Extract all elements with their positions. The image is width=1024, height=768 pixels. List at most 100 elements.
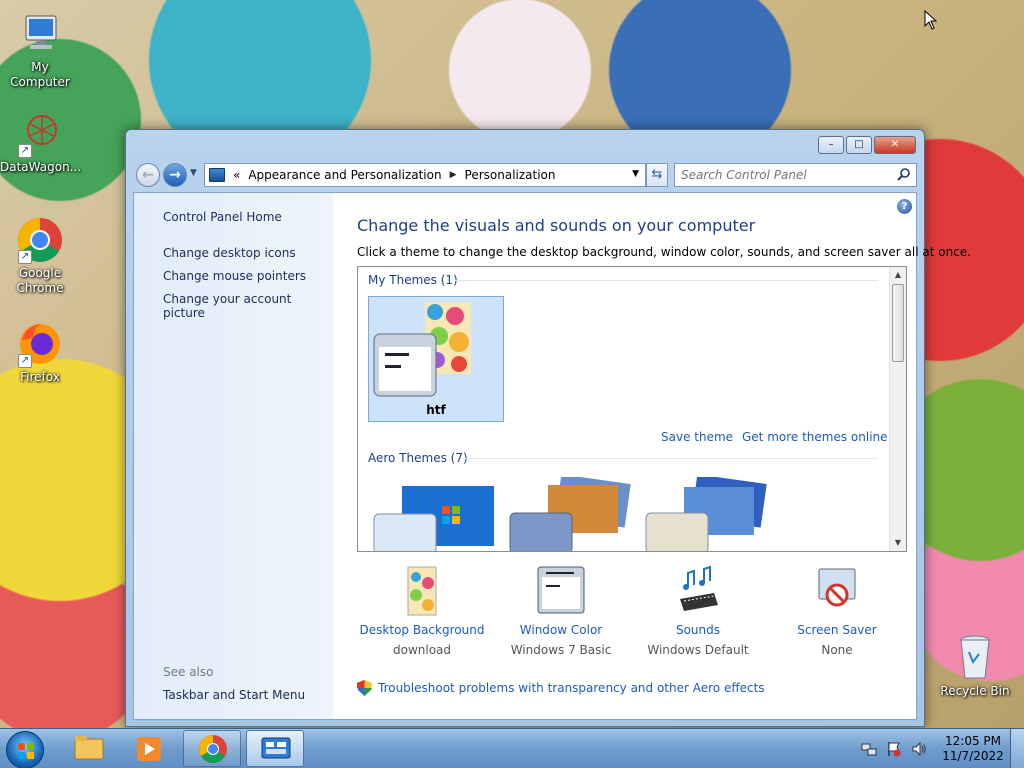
mouse-cursor-icon: [924, 10, 938, 30]
volume-icon[interactable]: [911, 741, 927, 757]
group-divider: [462, 458, 878, 459]
window-controls: – □ ✕: [818, 136, 916, 154]
personalization-window: – □ ✕ ← → ▼ « Appearance and Personaliza…: [125, 129, 971, 727]
shortcut-arrow-icon: ↗: [18, 144, 32, 158]
recent-pages-dropdown-icon[interactable]: ▼: [190, 168, 197, 178]
client-area: Control Panel Home Change desktop icons …: [133, 192, 971, 720]
desktop-icon-firefox[interactable]: ↗ Firefox: [0, 320, 80, 385]
change-mouse-pointers-link[interactable]: Change mouse pointers: [163, 269, 306, 283]
desktop-background-title[interactable]: Desktop Background: [357, 623, 487, 637]
maximize-button[interactable]: □: [846, 136, 872, 154]
address-overflow[interactable]: «: [233, 168, 240, 182]
chrome-icon: [199, 735, 227, 763]
clock-date: 11/7/2022: [942, 749, 1004, 763]
breadcrumb-personalization[interactable]: Personalization: [465, 168, 556, 182]
taskbar-control-panel-button[interactable]: [246, 730, 304, 767]
desktop-icon-label: Firefox: [20, 370, 60, 384]
desktop-icon-datawagon[interactable]: ↗ DataWagon...: [0, 110, 82, 175]
sounds-value: Windows Default: [647, 643, 749, 657]
window-color-thumbnail: [373, 333, 437, 397]
troubleshoot-label[interactable]: Troubleshoot problems with transparency …: [378, 681, 765, 695]
media-player-icon: [137, 737, 161, 761]
clock[interactable]: 12:05 PM 11/7/2022: [936, 734, 1010, 764]
control-panel-home-link[interactable]: Control Panel Home: [163, 210, 282, 224]
address-bar[interactable]: « Appearance and Personalization ▶ Perso…: [204, 163, 646, 187]
group-divider: [454, 280, 878, 281]
taskbar: 12:05 PM 11/7/2022: [0, 728, 1024, 768]
aero-themes-header: Aero Themes (7): [368, 451, 468, 465]
sounds-setting[interactable]: Sounds Windows Default: [633, 565, 763, 657]
action-center-flag-icon[interactable]: [886, 741, 902, 757]
page-subtitle: Click a theme to change the desktop back…: [357, 245, 971, 259]
theme-tile-landscapes[interactable]: [644, 474, 768, 551]
window-color-icon: [537, 565, 585, 617]
navigation-bar: ← → ▼ « Appearance and Personalization ▶…: [134, 162, 917, 188]
clock-time: 12:05 PM: [945, 734, 1001, 748]
change-desktop-icons-link[interactable]: Change desktop icons: [163, 246, 296, 260]
breadcrumb-appearance[interactable]: Appearance and Personalization: [248, 168, 441, 182]
landscapes-theme-thumbnail: [645, 474, 767, 551]
scroll-down-icon[interactable]: ▼: [890, 535, 906, 551]
screen-saver-title[interactable]: Screen Saver: [772, 623, 902, 637]
search-icon[interactable]: [897, 167, 911, 181]
shortcut-arrow-icon: ↗: [18, 250, 32, 264]
change-account-picture-link[interactable]: Change your account picture: [163, 292, 333, 320]
folder-icon: [74, 736, 104, 760]
screen-saver-icon: [813, 565, 861, 617]
desktop-icon-google-chrome[interactable]: ↗ Google Chrome: [0, 216, 80, 296]
theme-tile-htf[interactable]: htf: [368, 296, 504, 422]
windows-logo-icon: [18, 743, 34, 759]
firefox-icon: ↗: [16, 320, 64, 368]
desktop-icon-my-computer[interactable]: My Computer: [0, 10, 80, 90]
taskbar-chrome-button[interactable]: [183, 730, 241, 767]
desktop-icon-label: Google Chrome: [16, 266, 64, 295]
chrome-icon: ↗: [16, 216, 64, 264]
search-box[interactable]: [674, 163, 917, 187]
screen-saver-setting[interactable]: Screen Saver None: [772, 565, 902, 657]
minimize-button[interactable]: –: [818, 136, 844, 154]
window-color-value: Windows 7 Basic: [510, 643, 612, 657]
desktop-icon-recycle-bin[interactable]: Recycle Bin: [935, 632, 1015, 699]
desktop-background-setting[interactable]: Desktop Background download: [357, 565, 487, 657]
help-icon[interactable]: ?: [897, 199, 912, 214]
main-pane: ? Change the visuals and sounds on your …: [333, 193, 971, 719]
refresh-button[interactable]: ⇆: [646, 163, 668, 187]
taskbar-start-menu-link[interactable]: Taskbar and Start Menu: [163, 688, 305, 702]
control-panel-icon: [261, 737, 291, 759]
search-input[interactable]: [675, 164, 885, 186]
taskbar-explorer-button[interactable]: [60, 730, 118, 767]
close-button[interactable]: ✕: [874, 136, 916, 154]
theme-label-htf: htf: [426, 403, 446, 417]
desktop-icon-label: Recycle Bin: [940, 684, 1010, 698]
my-themes-header: My Themes (1): [368, 273, 458, 287]
sounds-title[interactable]: Sounds: [633, 623, 763, 637]
theme-tile-architecture[interactable]: [508, 474, 632, 551]
taskbar-media-player-button[interactable]: [120, 730, 178, 767]
theme-tile-windows-7[interactable]: [372, 484, 496, 551]
scroll-thumb[interactable]: [892, 284, 904, 362]
sounds-icon: [674, 565, 722, 617]
windows-7-theme-thumbnail: [373, 486, 494, 551]
get-more-themes-link[interactable]: Get more themes online: [742, 430, 888, 444]
themes-scrollbar[interactable]: ▲ ▼: [889, 267, 906, 551]
back-button[interactable]: ←: [136, 163, 160, 187]
scroll-up-icon[interactable]: ▲: [890, 267, 906, 283]
troubleshoot-link[interactable]: Troubleshoot problems with transparency …: [357, 680, 765, 696]
desktop-icon-label: DataWagon...: [0, 160, 82, 174]
themes-list: My Themes (1) htf Save theme Get more th…: [357, 266, 907, 552]
system-tray: 12:05 PM 11/7/2022: [861, 729, 1024, 768]
address-dropdown-icon[interactable]: ▼: [632, 169, 639, 179]
network-icon[interactable]: [861, 741, 877, 757]
datawagon-icon: ↗: [16, 110, 64, 158]
forward-button[interactable]: →: [163, 163, 187, 187]
save-theme-link[interactable]: Save theme: [661, 430, 733, 444]
desktop-icon-label: My Computer: [10, 60, 70, 89]
shield-icon: [357, 680, 372, 696]
show-desktop-button[interactable]: [1010, 729, 1024, 768]
page-title: Change the visuals and sounds on your co…: [357, 216, 756, 235]
start-button[interactable]: [6, 731, 44, 768]
window-color-setting[interactable]: Window Color Windows 7 Basic: [496, 565, 626, 657]
architecture-theme-thumbnail: [509, 474, 631, 551]
window-color-title[interactable]: Window Color: [496, 623, 626, 637]
breadcrumb-separator-icon[interactable]: ▶: [450, 170, 457, 180]
